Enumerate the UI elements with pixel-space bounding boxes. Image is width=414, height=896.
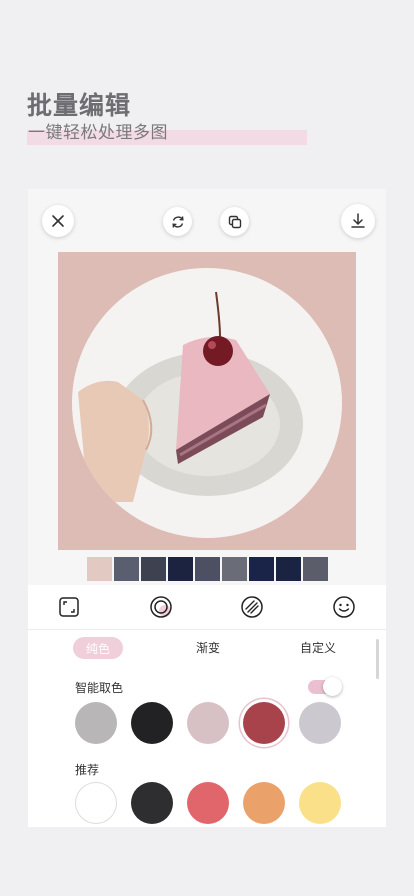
rotate-icon [171,215,184,228]
recommended-color-swatch[interactable] [243,782,285,824]
thumbnail-item[interactable] [87,557,112,581]
photo-canvas[interactable] [58,252,356,550]
selected-swatch-fill [243,702,285,744]
thumbnail-item[interactable] [249,557,274,581]
smart-pick-toggle[interactable] [308,677,342,696]
recommended-color-swatch[interactable] [131,782,173,824]
close-icon [52,215,64,227]
tab-custom[interactable]: 自定义 [300,639,336,656]
thumbnail-strip [87,557,328,581]
tool-bar [28,585,386,630]
copy-icon [228,215,241,228]
copy-button[interactable] [220,207,249,236]
thumbnail-item[interactable] [168,557,193,581]
toggle-knob [323,677,342,696]
edit-panel: 纯色 渐变 自定义 智能取色 推荐 [28,585,386,827]
background-tool-button[interactable] [149,595,173,619]
tab-gradient[interactable]: 渐变 [196,639,220,656]
smart-color-swatch[interactable] [75,702,117,744]
sticker-smile-icon [333,596,355,618]
panel-scrollbar[interactable] [376,639,379,679]
recommended-color-swatch[interactable] [299,782,341,824]
crop-frame-icon [59,597,79,617]
smart-color-swatch[interactable] [299,702,341,744]
crop-tool-button[interactable] [57,595,81,619]
thumbnail-item[interactable] [276,557,301,581]
texture-tool-button[interactable] [240,595,264,619]
thumbnail-item[interactable] [222,557,247,581]
thumbnail-item[interactable] [303,557,328,581]
phone-screen: 纯色 渐变 自定义 智能取色 推荐 [28,189,386,827]
background-circle-icon [150,596,172,618]
recommended-color-swatch[interactable] [75,782,117,824]
download-icon [351,213,365,228]
texture-icon [241,596,263,618]
download-button[interactable] [341,204,375,238]
smart-color-swatch[interactable] [187,702,229,744]
smart-pick-label: 智能取色 [75,681,124,695]
close-button[interactable] [42,205,74,237]
recommended-label: 推荐 [75,763,100,777]
smart-color-swatch-selected[interactable] [240,699,288,747]
recommended-color-swatch[interactable] [187,782,229,824]
rotate-button[interactable] [163,207,192,236]
thumbnail-item[interactable] [141,557,166,581]
hero-title: 批量编辑 [27,91,132,120]
thumbnail-item[interactable] [114,557,139,581]
tab-solid-color[interactable]: 纯色 [73,637,123,659]
cake-photo [72,268,342,538]
hero-subtitle-wrap: 一键轻松处理多图 [27,118,307,148]
hero-subtitle: 一键轻松处理多图 [28,123,168,143]
thumbnail-item[interactable] [195,557,220,581]
smart-color-swatch[interactable] [131,702,173,744]
sticker-tool-button[interactable] [332,595,356,619]
